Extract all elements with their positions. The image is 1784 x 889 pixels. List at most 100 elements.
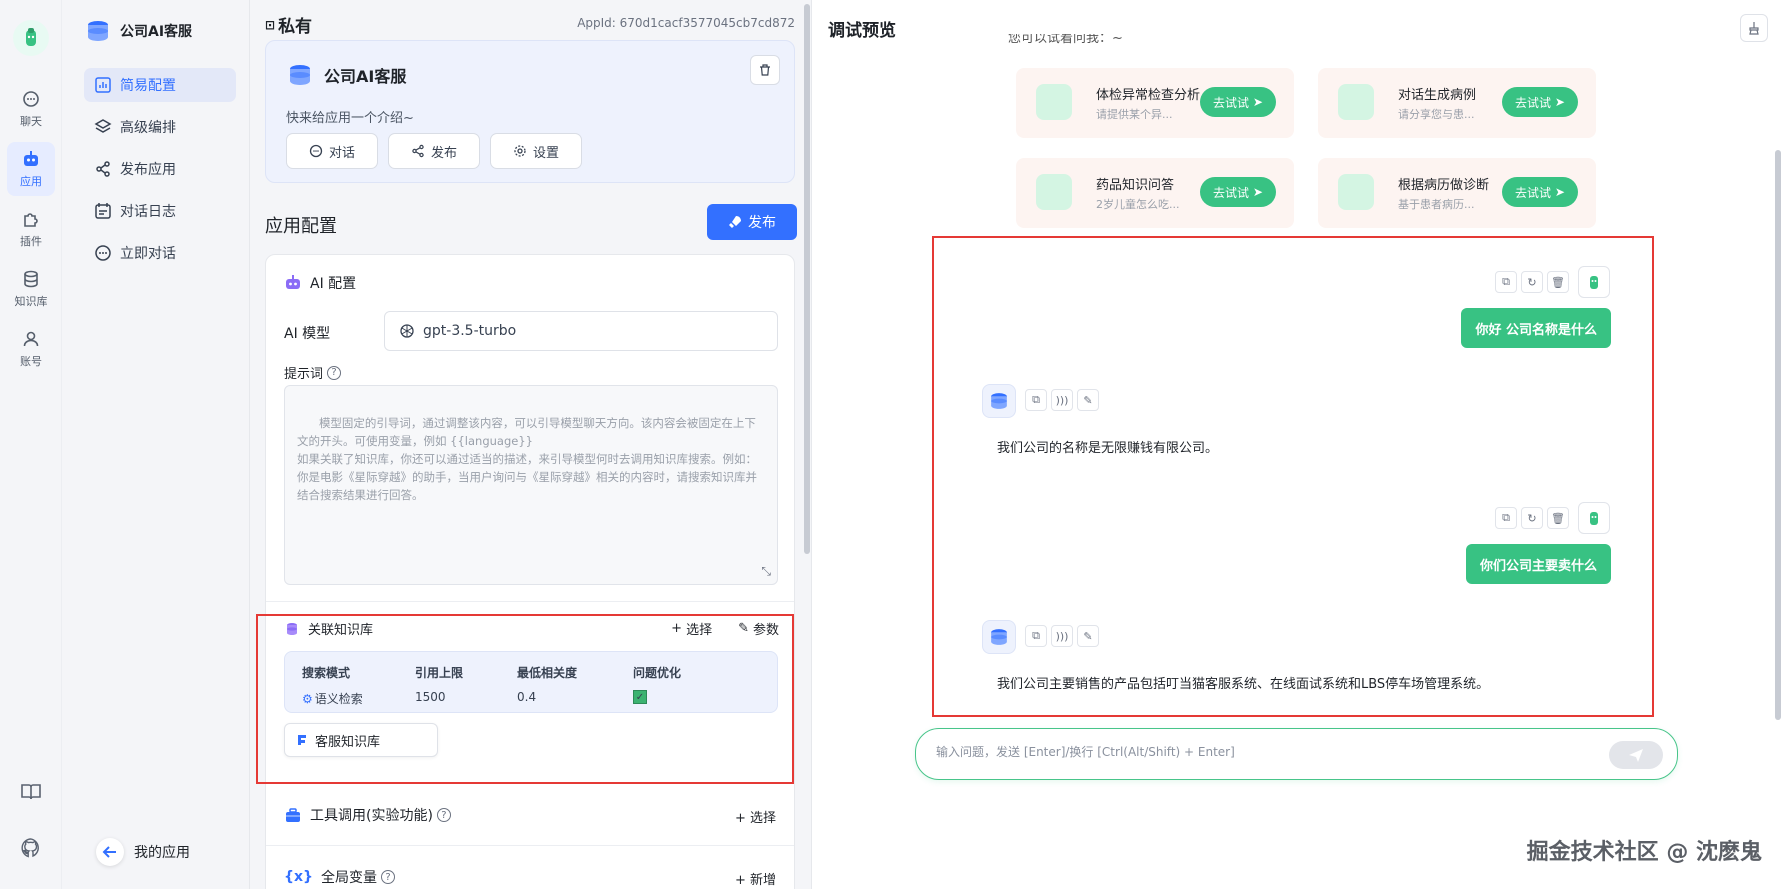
app-name: 公司AI客服 xyxy=(286,61,406,89)
nav-item-label: 高级编排 xyxy=(120,120,176,136)
send-button[interactable] xyxy=(1609,741,1663,769)
app-db-icon xyxy=(290,65,310,85)
speaker-icon[interactable]: ))) xyxy=(1051,625,1073,647)
copy-icon[interactable]: ⧉ xyxy=(1025,389,1047,411)
chat-input[interactable] xyxy=(936,745,1576,759)
chart-icon xyxy=(95,77,111,93)
lock-icon: ⊡ xyxy=(265,17,276,32)
github-icon[interactable] xyxy=(19,836,43,860)
app-intro: 快来给应用一个介绍~ xyxy=(286,111,414,126)
chat-icon xyxy=(23,91,39,107)
edit-icon[interactable]: ✎ xyxy=(1077,625,1099,647)
ai-config-title: AI 配置 xyxy=(310,276,357,292)
prompt-textarea[interactable]: 模型固定的引导词，通过调整该内容，可以引导模型聊天方向。该内容会被固定在上下文的… xyxy=(284,385,778,585)
try-button[interactable]: 去试试 ➤ xyxy=(1502,87,1578,117)
nav-item-logs[interactable]: 对话日志 xyxy=(84,194,236,228)
rail-item-account[interactable]: 账号 xyxy=(7,322,55,376)
model-select[interactable]: gpt-3.5-turbo xyxy=(384,311,778,351)
rail-item-knowledge[interactable]: 知识库 xyxy=(7,262,55,316)
publish-outline-label: 发布 xyxy=(431,145,458,161)
try-label: 去试试 xyxy=(1515,185,1552,200)
app-logo[interactable] xyxy=(13,20,49,56)
nav-item-publish[interactable]: 发布应用 xyxy=(84,152,236,186)
speaker-icon[interactable]: ))) xyxy=(1051,389,1073,411)
rail-item-label: 插件 xyxy=(20,235,42,248)
try-button[interactable]: 去试试 ➤ xyxy=(1502,177,1578,207)
prompt-label: 提示词 ? xyxy=(284,363,342,382)
broom-icon xyxy=(1749,22,1759,35)
trash-icon[interactable]: 🗑 xyxy=(1547,507,1569,529)
back-label: 我的应用 xyxy=(134,845,190,861)
clear-chat-button[interactable] xyxy=(1740,14,1768,42)
rail-item-plugin[interactable]: 插件 xyxy=(7,202,55,256)
expand-icon[interactable]: ⤡ xyxy=(761,562,771,580)
plus-icon: + xyxy=(734,811,750,826)
trophy-icon xyxy=(1036,84,1072,120)
suggestion-title: 体检异常检查分析 xyxy=(1096,88,1201,103)
nav-item-label: 对话日志 xyxy=(120,204,176,220)
app-id: AppId: 670d1cacf3577045cb7cd872 xyxy=(577,16,795,30)
variable-icon: {x} xyxy=(284,869,313,885)
vars-title: 全局变量 xyxy=(320,870,377,886)
tools-select-button[interactable]: + 选择 xyxy=(735,807,776,826)
suggestion-card[interactable]: 体检异常检查分析 请提供某个异... 去试试 ➤ xyxy=(1016,68,1294,138)
publish-button[interactable]: 发布 xyxy=(707,204,797,240)
plus-icon: + xyxy=(734,873,750,888)
config-scrollbar[interactable] xyxy=(803,0,811,889)
prompt-label-text: 提示词 xyxy=(284,367,324,382)
ai-avatar xyxy=(982,620,1016,654)
robot-icon xyxy=(24,151,38,166)
copy-icon[interactable]: ⧉ xyxy=(1495,271,1517,293)
divider xyxy=(266,601,794,602)
rail-item-label: 聊天 xyxy=(20,115,42,128)
trash-icon[interactable]: 🗑 xyxy=(1547,271,1569,293)
publish-outline-button[interactable]: 发布 xyxy=(388,133,481,169)
tools-title: 工具调用(实验功能) xyxy=(310,808,433,824)
nav-item-simple-config[interactable]: 简易配置 xyxy=(84,68,236,102)
preview-title: 调试预览 xyxy=(828,21,896,41)
suggestion-card[interactable]: 根据病历做诊断 基于患者病历... 去试试 ➤ xyxy=(1318,158,1596,228)
share-icon xyxy=(412,144,424,158)
chat-button[interactable]: 对话 xyxy=(286,133,379,169)
message-tools: ⧉ ))) ✎ xyxy=(1025,625,1099,647)
robot-hand-icon xyxy=(26,28,36,46)
settings-button[interactable]: 设置 xyxy=(490,133,583,169)
try-button[interactable]: 去试试 ➤ xyxy=(1200,177,1276,207)
suggestion-card[interactable]: 药品知识问答 2岁儿童怎么吃... 去试试 ➤ xyxy=(1016,158,1294,228)
copy-icon[interactable]: ⧉ xyxy=(1025,625,1047,647)
help-icon[interactable]: ? xyxy=(436,808,451,822)
rail-item-app[interactable]: 应用 xyxy=(7,142,55,196)
app-db-icon xyxy=(991,629,1007,645)
try-label: 去试试 xyxy=(1515,95,1552,110)
book-icon[interactable] xyxy=(19,780,43,804)
copy-icon[interactable]: ⧉ xyxy=(1495,507,1517,529)
model-label: AI 模型 xyxy=(284,326,331,342)
suggestion-card[interactable]: 对话生成病例 请分享您与患... 去试试 ➤ xyxy=(1318,68,1596,138)
ai-message: 我们公司主要销售的产品包括叮当猫客服系统、在线面试系统和LBS停车场管理系统。 xyxy=(997,677,1490,692)
rail-item-label: 知识库 xyxy=(14,295,48,308)
scroll-thumb[interactable] xyxy=(804,4,810,554)
back-to-my-apps[interactable]: 我的应用 xyxy=(96,838,190,866)
private-label: ⊡ 私有 xyxy=(265,12,312,37)
suggestion-title: 根据病历做诊断 xyxy=(1398,178,1490,193)
rocket-icon xyxy=(729,216,741,228)
retry-icon[interactable]: ↻ xyxy=(1521,271,1543,293)
vars-add-button[interactable]: + 新增 xyxy=(735,869,776,888)
help-icon[interactable]: ? xyxy=(380,870,395,884)
delete-app-button[interactable] xyxy=(750,55,780,85)
preview-scrollbar[interactable] xyxy=(1775,150,1781,720)
publish-button-label: 发布 xyxy=(748,215,776,231)
app-name-text: 公司AI客服 xyxy=(324,67,407,86)
suggestion-title: 对话生成病例 xyxy=(1398,88,1477,103)
layers-icon xyxy=(94,119,112,133)
rail-item-chat[interactable]: 聊天 xyxy=(7,82,55,136)
edit-icon[interactable]: ✎ xyxy=(1077,389,1099,411)
section-title: 应用配置 xyxy=(265,216,337,237)
app-nav: 公司AI客服 简易配置 高级编排 发布应用 对话日志 立即对话 我的应用 xyxy=(62,0,250,889)
nav-item-chat-now[interactable]: 立即对话 xyxy=(84,236,236,270)
retry-icon[interactable]: ↻ xyxy=(1521,507,1543,529)
help-icon[interactable]: ? xyxy=(327,365,342,380)
nav-item-advanced[interactable]: 高级编排 xyxy=(84,110,236,144)
database-icon xyxy=(24,270,38,288)
try-button[interactable]: 去试试 ➤ xyxy=(1200,87,1276,117)
